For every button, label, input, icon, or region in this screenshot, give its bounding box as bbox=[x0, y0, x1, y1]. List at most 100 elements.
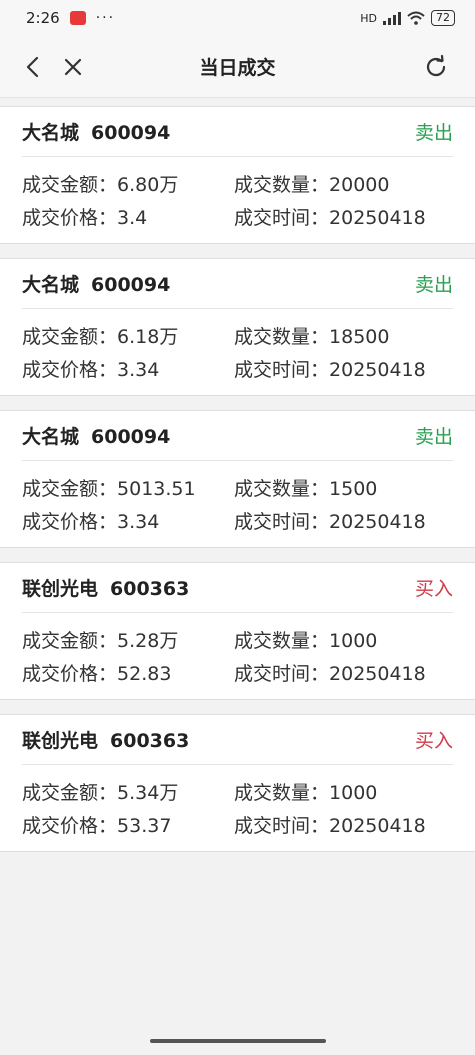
wifi-icon bbox=[407, 11, 425, 25]
trade-side-badge: 卖出 bbox=[414, 426, 453, 448]
price-label: 成交价格： bbox=[22, 511, 118, 533]
stock-name: 大名城 bbox=[22, 426, 80, 448]
status-left: 2:26 ··· bbox=[26, 9, 115, 27]
trade-row: 成交金额：6.80万 成交数量：20000 bbox=[22, 167, 453, 200]
nav-bar: 当日成交 bbox=[0, 36, 475, 98]
trade-card-body: 成交金额：6.18万 成交数量：18500 成交价格：3.34 成交时间：202… bbox=[22, 309, 453, 395]
trade-card-body: 成交金额：5.28万 成交数量：1000 成交价格：52.83 成交时间：202… bbox=[22, 613, 453, 699]
amount-label: 成交金额： bbox=[22, 174, 118, 196]
price-field: 成交价格：52.83 bbox=[22, 659, 234, 686]
quantity-field: 成交数量：1500 bbox=[234, 474, 377, 501]
stock-name: 联创光电 bbox=[22, 578, 99, 600]
status-time: 2:26 bbox=[26, 9, 60, 27]
battery-icon: 72 bbox=[431, 10, 455, 26]
time-field: 成交时间：20250418 bbox=[234, 659, 426, 686]
trade-side-badge: 买入 bbox=[414, 578, 453, 600]
trade-list: 大名城 600094 卖出 成交金额：6.80万 成交数量：20000 成交价格：… bbox=[0, 106, 475, 852]
time-label: 成交时间： bbox=[234, 511, 330, 533]
stock-info: 联创光电 600363 bbox=[22, 726, 189, 753]
trade-card-header: 联创光电 600363 买入 bbox=[22, 715, 453, 765]
trade-row: 成交金额：5.34万 成交数量：1000 bbox=[22, 775, 453, 808]
time-label: 成交时间： bbox=[234, 663, 330, 685]
stock-info: 大名城 600094 bbox=[22, 422, 170, 449]
trade-row: 成交价格：3.34 成交时间：20250418 bbox=[22, 352, 453, 385]
amount-field: 成交金额：6.18万 bbox=[22, 322, 234, 349]
trade-card-header: 大名城 600094 卖出 bbox=[22, 107, 453, 157]
signal-icon bbox=[383, 11, 401, 25]
price-value: 3.34 bbox=[117, 359, 160, 381]
quantity-label: 成交数量： bbox=[234, 630, 330, 652]
stock-code: 600363 bbox=[110, 578, 190, 600]
trade-card[interactable]: 联创光电 600363 买入 成交金额：5.28万 成交数量：1000 成交价格：… bbox=[0, 562, 475, 700]
quantity-value: 18500 bbox=[329, 326, 390, 348]
trade-card-body: 成交金额：5013.51 成交数量：1500 成交价格：3.34 成交时间：20… bbox=[22, 461, 453, 547]
stock-info: 大名城 600094 bbox=[22, 270, 170, 297]
stock-info: 联创光电 600363 bbox=[22, 574, 189, 601]
price-label: 成交价格： bbox=[22, 207, 118, 229]
time-value: 20250418 bbox=[329, 359, 426, 381]
amount-value: 6.18万 bbox=[117, 326, 179, 348]
price-value: 52.83 bbox=[117, 663, 172, 685]
price-label: 成交价格： bbox=[22, 815, 118, 837]
trade-card-body: 成交金额：5.34万 成交数量：1000 成交价格：53.37 成交时间：202… bbox=[22, 765, 453, 851]
amount-label: 成交金额： bbox=[22, 630, 118, 652]
network-label: HD bbox=[360, 11, 377, 25]
time-field: 成交时间：20250418 bbox=[234, 203, 426, 230]
trade-card-header: 大名城 600094 卖出 bbox=[22, 259, 453, 309]
amount-value: 6.80万 bbox=[117, 174, 179, 196]
quantity-label: 成交数量： bbox=[234, 326, 330, 348]
trade-card-header: 大名城 600094 卖出 bbox=[22, 411, 453, 461]
time-field: 成交时间：20250418 bbox=[234, 355, 426, 382]
status-bar: 2:26 ··· HD 72 bbox=[0, 0, 475, 36]
trade-card[interactable]: 大名城 600094 卖出 成交金额：6.80万 成交数量：20000 成交价格：… bbox=[0, 106, 475, 244]
stock-name: 大名城 bbox=[22, 274, 80, 296]
time-value: 20250418 bbox=[329, 207, 426, 229]
amount-label: 成交金额： bbox=[22, 326, 118, 348]
time-label: 成交时间： bbox=[234, 359, 330, 381]
trade-side-badge: 买入 bbox=[414, 730, 453, 752]
price-field: 成交价格：3.34 bbox=[22, 355, 234, 382]
quantity-field: 成交数量：18500 bbox=[234, 322, 389, 349]
trade-card[interactable]: 联创光电 600363 买入 成交金额：5.34万 成交数量：1000 成交价格：… bbox=[0, 714, 475, 852]
quantity-label: 成交数量： bbox=[234, 782, 330, 804]
stock-name: 大名城 bbox=[22, 122, 80, 144]
trade-row: 成交价格：53.37 成交时间：20250418 bbox=[22, 808, 453, 841]
stock-code: 600363 bbox=[110, 730, 190, 752]
trade-card-header: 联创光电 600363 买入 bbox=[22, 563, 453, 613]
quantity-value: 1000 bbox=[329, 782, 378, 804]
home-indicator[interactable] bbox=[149, 1039, 326, 1043]
stock-code: 600094 bbox=[91, 426, 171, 448]
amount-field: 成交金额：5013.51 bbox=[22, 474, 234, 501]
time-field: 成交时间：20250418 bbox=[234, 507, 426, 534]
amount-field: 成交金额：5.28万 bbox=[22, 626, 234, 653]
quantity-field: 成交数量：1000 bbox=[234, 626, 377, 653]
more-notifications-icon: ··· bbox=[95, 10, 116, 26]
quantity-value: 1000 bbox=[329, 630, 378, 652]
time-value: 20250418 bbox=[329, 511, 426, 533]
price-value: 53.37 bbox=[117, 815, 172, 837]
price-label: 成交价格： bbox=[22, 663, 118, 685]
stock-info: 大名城 600094 bbox=[22, 118, 170, 145]
amount-label: 成交金额： bbox=[22, 782, 118, 804]
price-field: 成交价格：3.4 bbox=[22, 203, 234, 230]
trade-row: 成交价格：3.4 成交时间：20250418 bbox=[22, 200, 453, 233]
quantity-label: 成交数量： bbox=[234, 478, 330, 500]
quantity-label: 成交数量： bbox=[234, 174, 330, 196]
stock-code: 600094 bbox=[91, 122, 171, 144]
close-icon[interactable] bbox=[60, 54, 86, 80]
quantity-value: 1500 bbox=[329, 478, 378, 500]
trade-row: 成交金额：6.18万 成交数量：18500 bbox=[22, 319, 453, 352]
quantity-field: 成交数量：20000 bbox=[234, 170, 389, 197]
time-label: 成交时间： bbox=[234, 815, 330, 837]
trade-card[interactable]: 大名城 600094 卖出 成交金额：5013.51 成交数量：1500 成交价格… bbox=[0, 410, 475, 548]
quantity-field: 成交数量：1000 bbox=[234, 778, 377, 805]
trade-row: 成交价格：52.83 成交时间：20250418 bbox=[22, 656, 453, 689]
price-label: 成交价格： bbox=[22, 359, 118, 381]
notification-app-icon bbox=[69, 11, 86, 25]
trade-card[interactable]: 大名城 600094 卖出 成交金额：6.18万 成交数量：18500 成交价格：… bbox=[0, 258, 475, 396]
time-label: 成交时间： bbox=[234, 207, 330, 229]
refresh-icon[interactable] bbox=[423, 54, 449, 80]
stock-code: 600094 bbox=[91, 274, 171, 296]
back-icon[interactable] bbox=[20, 54, 46, 80]
trade-row: 成交金额：5013.51 成交数量：1500 bbox=[22, 471, 453, 504]
